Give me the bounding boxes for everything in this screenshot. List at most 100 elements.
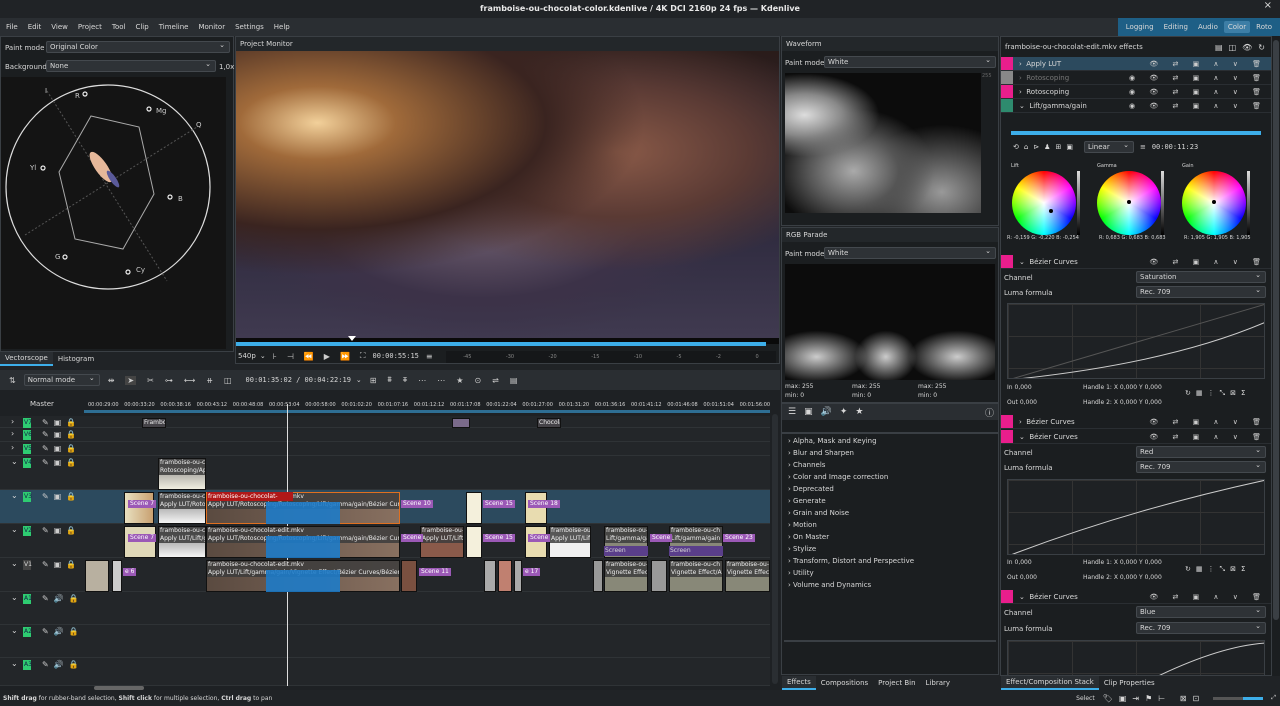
track-a3[interactable] — [84, 658, 770, 686]
video-filter-icon[interactable]: ▣ — [804, 407, 813, 417]
waveform-paint-mode[interactable]: White — [824, 55, 996, 68]
track-controls-icons[interactable]: ✎🔊🔒 — [42, 660, 84, 669]
effect-category[interactable]: › Grain and Noise — [782, 508, 998, 520]
red-curve-editor[interactable] — [1007, 479, 1265, 555]
effect-rotoscoping[interactable]: › Rotoscoping ◉ 👁 ⇄ ▣ ∧ ∨ 🗑 — [1001, 85, 1271, 99]
gain-slider[interactable] — [1247, 171, 1250, 235]
timeline-clip[interactable] — [124, 492, 154, 524]
scene-marker[interactable]: Scene 18 — [528, 500, 560, 508]
track-header-v5[interactable]: › V5 ✎▣🔒 — [0, 442, 84, 456]
track-tag[interactable]: A3 — [23, 660, 32, 670]
paint-mode-select[interactable]: Original Color — [46, 40, 230, 53]
slip-icon[interactable]: ⟷ — [184, 376, 195, 385]
custom-effects-icon[interactable]: ✦ — [840, 407, 848, 417]
scene-marker[interactable]: Scene 11 — [419, 568, 451, 576]
timeline-clip[interactable] — [452, 418, 470, 428]
track-controls-icons[interactable]: ✎▣🔒 — [42, 430, 81, 439]
interpolation-select[interactable]: Linear — [1083, 140, 1134, 153]
tab-effect-stack[interactable]: Effect/Composition Stack — [1001, 676, 1099, 690]
keyframe-timecode[interactable]: 00:00:11:23 — [1152, 143, 1198, 151]
resolution-select[interactable]: 540p — [238, 352, 256, 360]
effect-category[interactable]: › On Master — [782, 532, 998, 544]
lift-wheel[interactable] — [1012, 171, 1076, 235]
rgb-paint-mode[interactable]: White — [824, 246, 996, 259]
composition-screen[interactable]: Screen — [604, 546, 648, 556]
favorite-icon[interactable]: ★ — [456, 376, 463, 385]
menu-timeline[interactable]: Timeline — [159, 23, 189, 31]
collapse-icon[interactable]: ⌄ — [11, 593, 18, 602]
fit-zoom-icon[interactable]: ⤢ — [1271, 694, 1280, 702]
lift-slider[interactable] — [1077, 171, 1080, 235]
track-tag[interactable]: A2 — [23, 627, 32, 637]
track-tag[interactable]: V6 — [23, 430, 32, 440]
timeline-clip[interactable]: framboise-ou-chApply LUT/Lift/g — [549, 526, 591, 558]
track-a1[interactable] — [84, 592, 770, 625]
track-tag[interactable]: V2 — [23, 526, 32, 536]
scene-marker[interactable]: Scene — [650, 534, 673, 542]
track-controls-icons[interactable]: ✎▣🔒 — [42, 418, 81, 427]
zoom-fit-icon[interactable]: ⛶ — [360, 351, 366, 361]
track-tag[interactable]: V4 — [23, 458, 32, 468]
track-controls-icons[interactable]: ✎▣🔒 — [42, 492, 81, 501]
tab-project-bin[interactable]: Project Bin — [873, 677, 920, 689]
link-icon[interactable]: ⊶ — [165, 376, 173, 385]
effect-category[interactable]: › Color and Image correction — [782, 472, 998, 484]
track-controls-icons[interactable]: ✎▣🔒 — [42, 458, 81, 467]
collapse-icon[interactable]: ⌄ — [11, 626, 18, 635]
effect-category[interactable]: › Blur and Sharpen — [782, 448, 998, 460]
menu-icon[interactable]: ≡ — [426, 352, 433, 361]
channel-select[interactable]: Red — [1136, 445, 1266, 458]
track-controls-icons[interactable]: ✎🔊🔒 — [42, 594, 84, 603]
expand-icon[interactable]: › — [11, 443, 14, 452]
multicam-icon[interactable]: ◫ — [224, 376, 232, 385]
track-header-v1[interactable]: ⌄ V1 ✎▣🔒 — [0, 558, 84, 592]
track-tag[interactable]: A1 — [23, 594, 32, 604]
track-header-v6[interactable]: › V6 ✎▣🔒 — [0, 428, 84, 442]
track-tag[interactable]: V5 — [23, 444, 32, 454]
mixer-icon[interactable]: ⇌ — [492, 376, 499, 385]
timeline-clip[interactable]: Framboise — [142, 418, 166, 428]
effect-rotoscoping-disabled[interactable]: › Rotoscoping ◉ 👁 ⇄ ▣ ∧ ∨ 🗑 — [1001, 71, 1271, 85]
timeline-clip[interactable] — [651, 560, 667, 592]
luma-select[interactable]: Rec. 709 — [1136, 460, 1266, 473]
effect-category[interactable]: › Deprecated — [782, 484, 998, 496]
extract-icon[interactable]: ⩨ — [403, 375, 408, 385]
composition-screen[interactable]: Screen — [669, 546, 723, 556]
menu-file[interactable]: File — [6, 23, 18, 31]
scene-marker[interactable]: e 6 — [123, 568, 137, 576]
effects-search-input[interactable] — [782, 420, 998, 434]
timeline-clip[interactable] — [466, 526, 482, 558]
luma-select[interactable]: Rec. 709 — [1136, 621, 1266, 634]
effect-bezier-red[interactable]: ⌄ Bézier Curves 👁 ⇄ ▣ ∧ ∨ 🗑 — [1001, 430, 1271, 444]
favorites-icon[interactable]: ★ — [855, 407, 863, 417]
curve-tools-icons[interactable]: ↻▦⋮⤡⊠Σ — [1185, 565, 1250, 574]
marker-icon[interactable]: ⊙ — [474, 376, 481, 385]
lift-icon[interactable]: ⩩ — [387, 375, 391, 385]
razor-tool-icon[interactable]: ✂ — [147, 376, 154, 385]
effect-apply-lut[interactable]: › Apply LUT 👁 ⇄ ▣ ∧ ∨ 🗑 — [1001, 57, 1271, 71]
select-tool-icon[interactable]: ➤ — [125, 375, 137, 385]
effect-category[interactable]: › Alpha, Mask and Keying — [782, 436, 998, 448]
rewind-icon[interactable]: ⏪ — [304, 352, 314, 361]
playhead-marker[interactable] — [348, 336, 356, 345]
keyframe-tools-icons[interactable]: ⟲⌂⊳♟⊞▣ — [1013, 143, 1078, 151]
status-tool-icons[interactable]: 🏷▣⇥⚑⊢ ⊠⊡ — [1103, 694, 1206, 703]
track-header-v7[interactable]: › V7 ✎▣🔒 — [0, 416, 84, 428]
forward-icon[interactable]: ⏩ — [340, 352, 350, 361]
timeline-clip[interactable] — [112, 560, 122, 592]
track-v6[interactable] — [84, 428, 770, 442]
saturation-curve-editor[interactable] — [1007, 303, 1265, 379]
spacer-tool-icon[interactable]: ⇹ — [108, 376, 115, 385]
timeline-clip[interactable] — [525, 492, 547, 524]
timeline-clip[interactable] — [525, 526, 547, 558]
effect-category[interactable]: › Channels — [782, 460, 998, 472]
collapse-icon[interactable]: ⌄ — [11, 559, 18, 568]
timeline-clip[interactable] — [401, 560, 417, 592]
scene-marker[interactable]: Scene 7 — [128, 500, 157, 508]
background-select[interactable]: None — [46, 59, 216, 72]
track-header-a2[interactable]: ⌄ A2 ✎🔊🔒 — [0, 625, 84, 658]
list-icon[interactable]: ☰ — [788, 407, 796, 417]
tab-compositions[interactable]: Compositions — [816, 677, 873, 689]
zone-icon[interactable]: ⋯ — [437, 376, 445, 385]
menu-view[interactable]: View — [51, 23, 68, 31]
